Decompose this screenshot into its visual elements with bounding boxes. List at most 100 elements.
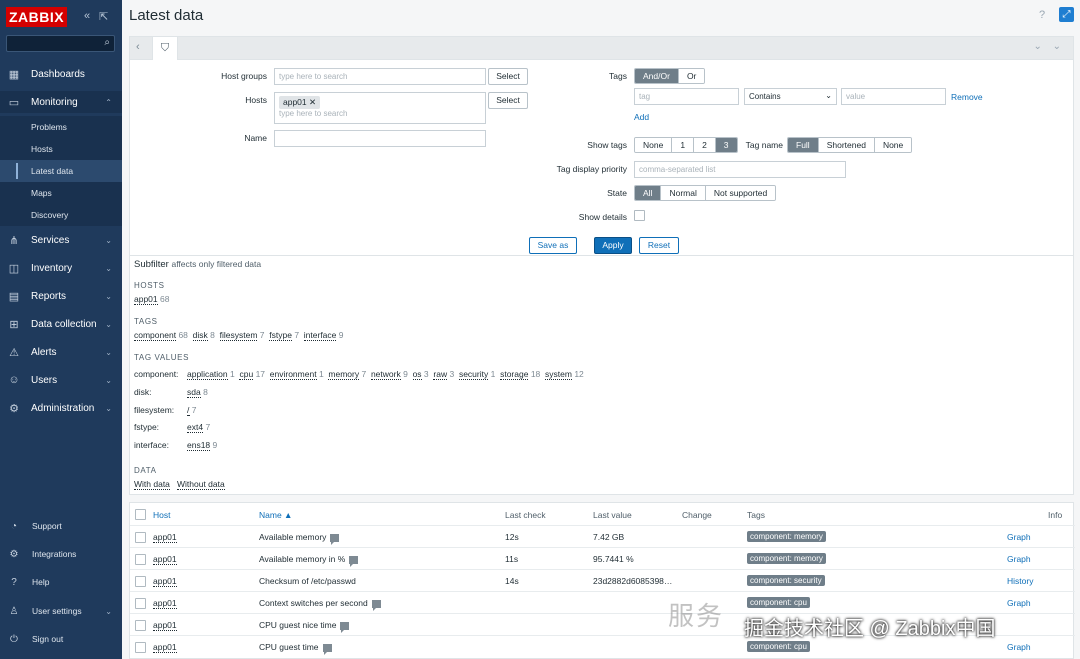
tag-name-full[interactable]: Full <box>788 138 819 152</box>
tag-value-item[interactable]: system 12 <box>545 369 584 380</box>
nav-integrations[interactable]: ⚙ Integrations <box>0 543 122 565</box>
nav-user-settings[interactable]: ♙ User settings ⌄ <box>0 600 122 622</box>
tag-value-item[interactable]: security 1 <box>458 369 495 380</box>
tag-value-item[interactable]: raw 3 <box>433 369 454 380</box>
collapse-sidebar-icon[interactable]: « <box>84 10 90 22</box>
row-action-link[interactable]: Graph <box>1007 554 1031 564</box>
row-action-link[interactable]: Graph <box>1007 598 1031 608</box>
host-chip[interactable]: app01 ✕ <box>279 96 321 109</box>
help-icon[interactable]: ? <box>1039 9 1045 21</box>
show-tags-none[interactable]: None <box>635 138 673 152</box>
nav-reports[interactable]: ▤ Reports ⌄ <box>0 285 122 307</box>
sidebar-search-input[interactable]: ⌕ <box>6 35 115 52</box>
tag-value-item[interactable]: os 3 <box>412 369 429 380</box>
nav-sign-out[interactable]: ⏻ Sign out <box>0 628 122 650</box>
tag-value-name[interactable]: ens18 <box>187 440 211 451</box>
tag-value-name[interactable]: os <box>412 369 422 380</box>
tag-value-item[interactable]: ens18 9 <box>187 440 217 451</box>
hosts-select-button[interactable]: Select <box>488 92 528 109</box>
tag-name-none[interactable]: None <box>874 138 912 152</box>
row-checkbox[interactable] <box>135 576 146 587</box>
subfilter-tag-name[interactable]: fstype <box>269 330 292 341</box>
nav-inventory[interactable]: ◫ Inventory ⌄ <box>0 257 122 279</box>
tag-input[interactable]: tag <box>634 88 739 105</box>
subnav-maps[interactable]: Maps <box>0 182 122 204</box>
row-tag[interactable]: component: cpu <box>747 597 810 608</box>
subfilter-tag-item[interactable]: component 68 <box>134 330 188 341</box>
subnav-problems[interactable]: Problems <box>0 116 122 138</box>
show-tags-1[interactable]: 1 <box>672 138 695 152</box>
select-all-checkbox[interactable] <box>135 509 146 520</box>
show-tags-3[interactable]: 3 <box>715 138 737 152</box>
tag-value-item[interactable]: application 1 <box>187 369 235 380</box>
tag-value-name[interactable]: system <box>545 369 572 380</box>
tag-value-item[interactable]: ext4 7 <box>187 422 210 433</box>
tag-operator-select[interactable]: Contains ⌄ <box>744 88 837 105</box>
tags-mode-toggle[interactable]: And/Or Or <box>634 68 706 84</box>
description-icon[interactable] <box>371 599 381 611</box>
row-tag[interactable]: component: cpu <box>747 641 810 652</box>
host-groups-select-button[interactable]: Select <box>488 68 528 85</box>
state-not-supported[interactable]: Not supported <box>705 186 776 200</box>
nav-dashboards[interactable]: ▦ Dashboards <box>0 63 122 85</box>
remove-tag-link[interactable]: Remove <box>951 92 983 102</box>
kiosk-mode-icon[interactable]: ⇱ <box>99 10 108 23</box>
subfilter-tag-item[interactable]: interface 9 <box>303 330 344 341</box>
tag-value-item[interactable]: / 7 <box>187 405 196 416</box>
tag-value-name[interactable]: ext4 <box>187 422 204 433</box>
nav-monitoring[interactable]: ▭ Monitoring ⌃ <box>0 91 122 113</box>
state-toggle[interactable]: All Normal Not supported <box>634 185 777 201</box>
tag-value-name[interactable]: memory <box>328 369 360 380</box>
nav-alerts[interactable]: ⚠ Alerts ⌄ <box>0 341 122 363</box>
tag-value-name[interactable]: security <box>458 369 489 380</box>
tag-value-name[interactable]: environment <box>269 369 317 380</box>
tag-value-name[interactable]: sda <box>187 387 201 398</box>
subfilter-tag-name[interactable]: component <box>134 330 177 341</box>
close-icon[interactable]: ✕ <box>309 97 316 107</box>
nav-data-collection[interactable]: ⊞ Data collection ⌄ <box>0 313 122 335</box>
subfilter-tag-name[interactable]: filesystem <box>219 330 258 341</box>
nav-support[interactable]: ◔ Support <box>0 515 122 537</box>
tag-value-name[interactable]: raw <box>433 369 448 380</box>
row-host[interactable]: app01 <box>153 642 177 653</box>
row-host[interactable]: app01 <box>153 576 177 587</box>
nav-services[interactable]: ⋔ Services ⌄ <box>0 229 122 251</box>
tag-priority-input[interactable]: comma-separated list <box>634 161 846 178</box>
tag-value-name[interactable]: network <box>370 369 401 380</box>
row-checkbox[interactable] <box>135 620 146 631</box>
state-normal[interactable]: Normal <box>661 186 706 200</box>
tag-value-name[interactable]: / <box>187 405 190 416</box>
tag-value-item[interactable]: memory 7 <box>328 369 366 380</box>
tags-mode-andor[interactable]: And/Or <box>635 69 679 83</box>
column-host[interactable]: Host <box>153 510 170 520</box>
row-host[interactable]: app01 <box>153 598 177 609</box>
nav-users[interactable]: ☺ Users ⌄ <box>0 369 122 391</box>
tag-value-item[interactable]: network 9 <box>370 369 408 380</box>
add-tag-link[interactable]: Add <box>634 112 649 122</box>
apply-button[interactable]: Apply <box>594 237 632 254</box>
save-as-button[interactable]: Save as <box>529 237 577 254</box>
tag-value-name[interactable]: storage <box>500 369 529 380</box>
subnav-latest-data[interactable]: Latest data <box>0 160 122 182</box>
nav-help[interactable]: ? Help <box>0 571 122 593</box>
row-tag[interactable]: component: security <box>747 575 825 586</box>
tag-value-item[interactable]: storage 18 <box>500 369 540 380</box>
show-details-checkbox[interactable] <box>634 210 645 221</box>
subfilter-host-name[interactable]: app01 <box>134 294 158 305</box>
description-icon[interactable] <box>330 533 340 545</box>
subfilter-tag-item[interactable]: fstype 7 <box>269 330 299 341</box>
without-data-link[interactable]: Without data <box>177 479 225 490</box>
row-checkbox[interactable] <box>135 532 146 543</box>
row-checkbox[interactable] <box>135 554 146 565</box>
kiosk-mode-button[interactable]: ⤢ <box>1059 7 1074 22</box>
tags-mode-or[interactable]: Or <box>678 69 705 83</box>
row-host[interactable]: app01 <box>153 532 177 543</box>
hosts-input[interactable]: app01 ✕ type here to search <box>274 92 486 124</box>
subfilter-tag-name[interactable]: interface <box>303 330 337 341</box>
show-tags-2[interactable]: 2 <box>694 138 716 152</box>
subnav-hosts[interactable]: Hosts <box>0 138 122 160</box>
row-action-link[interactable]: Graph <box>1007 532 1031 542</box>
tag-value-item[interactable]: cpu 17 <box>239 369 265 380</box>
subfilter-tag-name[interactable]: disk <box>192 330 208 341</box>
tag-name-shortened[interactable]: Shortened <box>818 138 875 152</box>
